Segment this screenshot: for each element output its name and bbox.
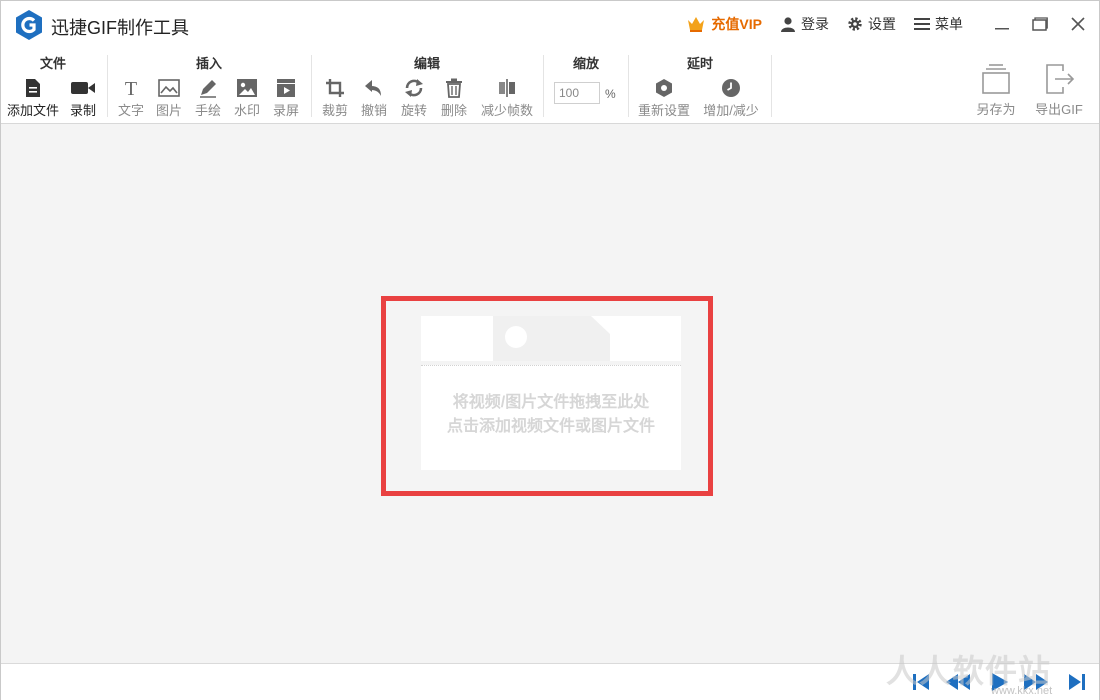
record-button[interactable]: 录制	[67, 77, 99, 119]
login-button[interactable]: 登录	[780, 14, 829, 34]
toolbar-separator	[771, 55, 772, 117]
screen-record-button[interactable]: 录屏	[270, 77, 302, 119]
reduce-frames-label: 减少帧数	[480, 103, 533, 118]
watermark-label: 水印	[233, 103, 260, 118]
image-icon	[158, 78, 180, 97]
rotate-button[interactable]: 旋转	[398, 77, 430, 119]
save-as-label: 另存为	[976, 102, 1016, 117]
add-file-button[interactable]: 添加文件	[4, 77, 62, 119]
reduce-frames-button[interactable]: 减少帧数	[477, 77, 537, 119]
insert-image-button[interactable]: 图片	[153, 77, 185, 119]
menu-button[interactable]: 菜单	[914, 14, 963, 34]
clock-icon	[722, 78, 740, 97]
last-frame-icon[interactable]	[1067, 672, 1087, 692]
close-icon	[1071, 17, 1085, 31]
minimize-button[interactable]	[983, 1, 1021, 47]
draw-label: 手绘	[194, 103, 221, 118]
frames-icon	[499, 78, 515, 97]
picture-icon	[237, 78, 257, 97]
insert-text-label: 文字	[117, 103, 144, 118]
export-gif-label: 导出GIF	[1035, 102, 1083, 117]
group-title-file: 文件	[39, 56, 66, 71]
draw-button[interactable]: 手绘	[192, 77, 224, 119]
crown-icon	[688, 17, 705, 32]
toolbar-separator	[628, 55, 629, 117]
pencil-icon	[200, 79, 216, 98]
settings-button[interactable]: 设置	[847, 14, 896, 34]
user-icon	[781, 17, 795, 32]
toolbar-separator	[107, 55, 108, 117]
app-logo-icon	[16, 10, 42, 40]
close-button[interactable]	[1059, 1, 1097, 47]
crop-button[interactable]: 裁剪	[319, 77, 351, 119]
menu-label: 菜单	[935, 16, 963, 32]
undo-button[interactable]: 撤销	[358, 77, 390, 119]
delete-button[interactable]: 删除	[438, 77, 470, 119]
toolbar-separator	[311, 55, 312, 117]
toolbar-separator	[543, 55, 544, 117]
delay-adjust-label: 增加/减少	[703, 103, 759, 118]
site-watermark-url: www.kkx.net	[991, 685, 1053, 697]
toolbar: 文件 添加文件 录制 插入 T 文字 图片 手绘 水印 录屏 编辑 裁剪 撤销 …	[1, 47, 1099, 124]
add-file-label: 添加文件	[6, 103, 59, 118]
save-as-button[interactable]: 另存为	[973, 63, 1019, 121]
minimize-icon	[995, 28, 1009, 30]
clapperboard-icon	[277, 78, 295, 97]
drop-zone[interactable]: 将视频/图片文件拖拽至此处 点击添加视频文件或图片文件	[421, 316, 681, 470]
record-label: 录制	[69, 103, 96, 118]
layers-save-icon	[982, 64, 1010, 94]
drop-zone-line1: 将视频/图片文件拖拽至此处	[452, 394, 650, 411]
export-icon	[1046, 64, 1075, 94]
maximize-icon	[1032, 17, 1048, 31]
app-title: 迅捷GIF制作工具	[51, 18, 189, 38]
maximize-button[interactable]	[1021, 1, 1059, 47]
delay-reset-button[interactable]: 重新设置	[634, 77, 694, 119]
title-bar: 迅捷GIF制作工具 充值VIP 登录 设置 菜单	[1, 1, 1099, 47]
title-actions: 充值VIP 登录 设置 菜单	[686, 1, 1099, 47]
hamburger-icon	[914, 18, 930, 30]
undo-label: 撤销	[360, 103, 387, 118]
group-title-delay: 延时	[686, 56, 713, 71]
rotate-label: 旋转	[400, 103, 427, 118]
settings-label: 设置	[868, 16, 896, 32]
svg-text:T: T	[125, 78, 137, 98]
rotate-icon	[405, 78, 423, 97]
video-camera-icon	[71, 81, 95, 94]
screen-record-label: 录屏	[272, 103, 299, 118]
text-icon: T	[125, 78, 137, 98]
delay-adjust-button[interactable]: 增加/减少	[699, 77, 763, 119]
photo-placeholder-icon	[493, 316, 610, 361]
file-icon	[26, 78, 40, 97]
group-title-insert: 插入	[195, 56, 222, 71]
gear-icon	[848, 17, 862, 31]
drop-zone-text: 将视频/图片文件拖拽至此处 点击添加视频文件或图片文件	[421, 391, 681, 439]
hexagon-reset-icon	[656, 78, 672, 97]
group-title-edit: 编辑	[413, 56, 440, 71]
delay-reset-label: 重新设置	[637, 103, 690, 118]
delete-label: 删除	[440, 103, 467, 118]
watermark-button[interactable]: 水印	[231, 77, 263, 119]
zoom-input[interactable]: 100	[554, 82, 600, 104]
insert-image-label: 图片	[155, 103, 182, 118]
vip-recharge-button[interactable]: 充值VIP	[686, 14, 762, 34]
trash-icon	[446, 78, 462, 98]
drop-zone-line2: 点击添加视频文件或图片文件	[446, 418, 655, 435]
zoom-unit: %	[605, 87, 616, 101]
app-window: 迅捷GIF制作工具 充值VIP 登录 设置 菜单 文件 添加文件 录制 插入 T…	[0, 0, 1100, 700]
crop-label: 裁剪	[321, 103, 348, 118]
insert-text-button[interactable]: T 文字	[115, 77, 147, 119]
export-gif-button[interactable]: 导出GIF	[1031, 63, 1087, 121]
group-title-zoom: 缩放	[572, 56, 599, 71]
vip-label: 充值VIP	[711, 16, 762, 32]
crop-icon	[326, 78, 344, 97]
drop-zone-header	[421, 316, 681, 361]
login-label: 登录	[801, 16, 829, 32]
undo-icon	[365, 79, 381, 96]
